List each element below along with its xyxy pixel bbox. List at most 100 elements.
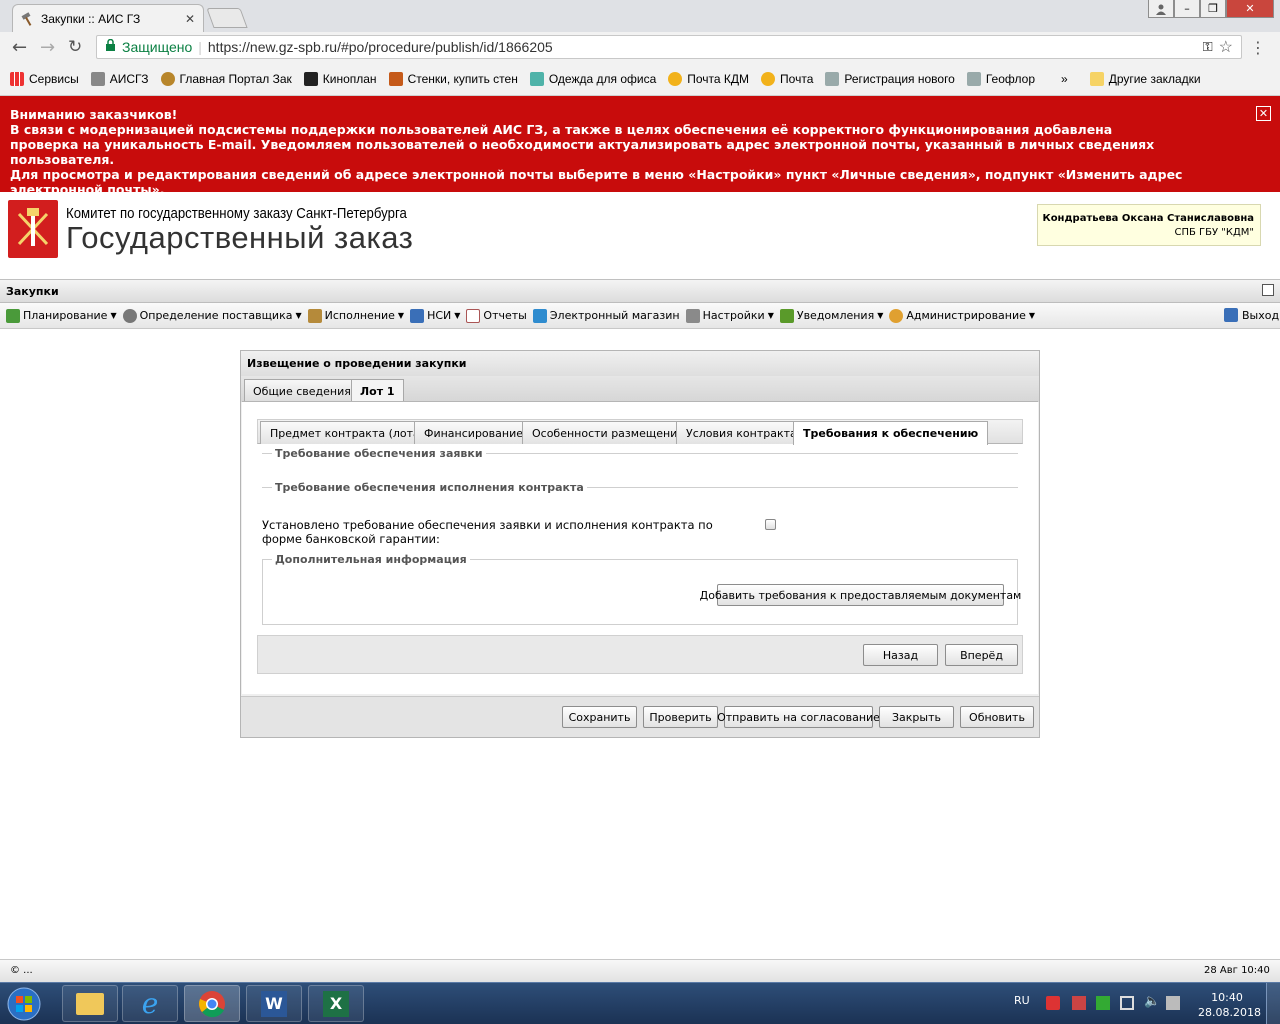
add-document-requirements-button[interactable]: Добавить требования к предоставляемым до… xyxy=(700,584,1021,606)
banner-close-button[interactable]: ✕ xyxy=(1256,106,1271,121)
image-icon xyxy=(529,71,544,86)
notice-banner: Вниманию заказчиков! В связи с модерниза… xyxy=(0,96,1280,197)
chrome-icon xyxy=(199,990,225,1017)
subtab-security[interactable]: Требования к обеспечению xyxy=(793,421,989,445)
bookmark-kinoplan[interactable]: Кинoплан xyxy=(303,71,377,86)
profile-icon[interactable] xyxy=(1148,0,1174,18)
bookmark-stenki[interactable]: Стенки, купить стен xyxy=(388,71,518,86)
subtab-financing[interactable]: Финансирование xyxy=(414,421,533,444)
back-button[interactable]: Назад xyxy=(863,644,938,666)
subtab-subject[interactable]: Предмет контракта (лота) xyxy=(260,421,435,444)
mail-at-icon xyxy=(668,71,683,86)
shield-tray-icon[interactable] xyxy=(1046,996,1060,1010)
taskbar-explorer[interactable] xyxy=(62,985,118,1022)
panel-header: Закупки xyxy=(0,279,1280,303)
folder-icon xyxy=(1089,71,1104,86)
apps-grid-icon xyxy=(10,71,24,86)
folder-icon xyxy=(76,992,104,1015)
windows-logo-icon xyxy=(7,987,41,1020)
check-button[interactable]: Проверить xyxy=(643,706,718,728)
menu-settings[interactable]: Настройки ▼ xyxy=(685,308,774,323)
wrench-icon xyxy=(685,308,700,323)
bookmarks-more[interactable]: » xyxy=(1061,72,1068,86)
eagle-emblem-icon xyxy=(160,71,175,86)
send-for-approval-button[interactable]: Отправить на согласование xyxy=(717,706,880,728)
banner-text: В связи с модернизацией подсистемы подде… xyxy=(10,122,1155,167)
subtab-placement[interactable]: Особенности размещения xyxy=(522,421,694,444)
bookmark-geoflor[interactable]: Геофлор xyxy=(966,71,1035,86)
browser-tab-active[interactable]: Закупки :: АИС ГЗ ✕ xyxy=(12,4,204,32)
back-arrow-icon[interactable]: ← xyxy=(12,37,27,58)
language-indicator[interactable]: RU xyxy=(1014,994,1030,1007)
show-desktop-button[interactable] xyxy=(1266,983,1280,1024)
menu-reports[interactable]: Отчеты xyxy=(466,308,527,323)
window-close-button[interactable]: ✕ xyxy=(1226,0,1274,18)
key-icon[interactable]: ⚿ xyxy=(1203,39,1213,55)
main-menu: Планирование ▼ Определение поставщика ▼ Ис… xyxy=(0,303,1280,329)
taskbar-word[interactable]: W xyxy=(246,985,302,1022)
user-info-box[interactable]: Кондратьева Оксана Станиславовна СПБ ГБУ… xyxy=(1037,204,1261,246)
gear-icon xyxy=(966,71,981,86)
tray-check-icon[interactable] xyxy=(1096,996,1110,1010)
bookmark-portal[interactable]: Главная Портал Зак xyxy=(160,71,292,86)
truck-icon xyxy=(307,308,322,323)
tab-lot-1[interactable]: Лот 1 xyxy=(351,379,404,401)
menu-nsi[interactable]: НСИ ▼ xyxy=(410,308,460,323)
chrome-menu-icon[interactable]: ⋮ xyxy=(1250,38,1266,57)
subtab-contract-terms[interactable]: Условия контракта xyxy=(676,421,807,444)
notifications-icon xyxy=(779,308,794,323)
reload-icon[interactable]: ↻ xyxy=(68,37,82,57)
menu-supplier[interactable]: Определение поставщика ▼ xyxy=(122,308,302,323)
spb-emblem-icon xyxy=(8,200,58,258)
bank-guarantee-checkbox[interactable] xyxy=(765,519,776,530)
refresh-button[interactable]: Обновить xyxy=(960,706,1034,728)
taskbar-clock[interactable]: 10:40 28.08.2018 xyxy=(1198,990,1261,1020)
bookmark-odezhda[interactable]: Одежда для офиса xyxy=(529,71,656,86)
gear-icon xyxy=(825,71,840,86)
url-bar[interactable]: Защищено | https://new.gz-spb.ru/#po/pro… xyxy=(96,35,1242,59)
planning-icon xyxy=(6,308,20,323)
menu-eshop[interactable]: Электронный магазин xyxy=(532,308,680,323)
bookmark-registration[interactable]: Регистрация нового xyxy=(825,71,955,86)
fieldset-contract-security[interactable]: Требование обеспечения исполнения контра… xyxy=(272,481,587,494)
taskbar-excel[interactable]: X xyxy=(308,985,364,1022)
flag-tray-icon[interactable] xyxy=(1166,996,1180,1010)
fieldset-application-security[interactable]: Требование обеспечения заявки xyxy=(272,447,486,460)
fieldset-additional-info: Дополнительная информация xyxy=(272,553,470,566)
tray-icon-2[interactable] xyxy=(1072,996,1086,1010)
menu-notifications[interactable]: Уведомления ▼ xyxy=(779,308,883,323)
minimize-button[interactable]: – xyxy=(1174,0,1200,18)
bookmark-aisgz[interactable]: АИСГЗ xyxy=(90,71,149,86)
network-icon[interactable] xyxy=(1120,996,1134,1010)
taskbar-chrome[interactable] xyxy=(184,985,240,1022)
bookmark-pochta[interactable]: Почта xyxy=(761,71,813,86)
menu-admin[interactable]: Администрирование ▼ xyxy=(889,308,1035,323)
furniture-icon xyxy=(388,71,403,86)
new-tab-button[interactable] xyxy=(206,8,248,28)
volume-icon[interactable]: 🔈 xyxy=(1144,994,1160,1009)
status-datetime: 28 Авг 10:40 xyxy=(1204,965,1270,976)
bookmark-services[interactable]: Сервисы xyxy=(10,71,79,86)
start-button[interactable] xyxy=(4,985,44,1022)
save-button[interactable]: Сохранить xyxy=(562,706,637,728)
other-bookmarks[interactable]: Другие закладки xyxy=(1089,71,1201,86)
taskbar-ie[interactable]: e xyxy=(122,985,178,1022)
forward-button[interactable]: Вперёд xyxy=(945,644,1018,666)
bookmark-pochta-kdm[interactable]: Почта КДМ xyxy=(668,71,749,86)
menu-execution[interactable]: Исполнение ▼ xyxy=(307,308,404,323)
collapse-panel-icon[interactable] xyxy=(1262,284,1274,296)
gears-icon xyxy=(122,308,137,323)
cart-icon xyxy=(532,308,547,323)
bank-guarantee-label: Установлено требование обеспечения заявк… xyxy=(262,518,713,546)
close-button[interactable]: Закрыть xyxy=(879,706,954,728)
tab-close-icon[interactable]: ✕ xyxy=(185,12,195,26)
logout-button[interactable]: Выход xyxy=(1224,308,1279,322)
star-icon[interactable]: ☆ xyxy=(1219,37,1233,57)
restore-button[interactable]: ❐ xyxy=(1200,0,1226,18)
word-icon: W xyxy=(261,990,287,1017)
url-text[interactable]: https://new.gz-spb.ru/#po/procedure/publ… xyxy=(208,39,1197,55)
forward-arrow-icon[interactable]: → xyxy=(40,37,55,58)
tab-general[interactable]: Общие сведения xyxy=(244,379,360,401)
menu-planning[interactable]: Планирование ▼ xyxy=(6,308,117,323)
book-icon xyxy=(410,308,425,323)
